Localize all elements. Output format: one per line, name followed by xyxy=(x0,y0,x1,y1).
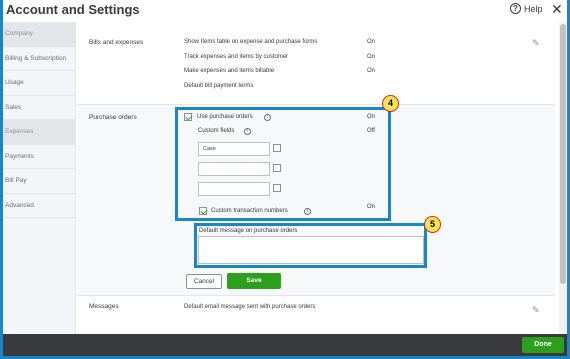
custom-field-3-checkbox[interactable] xyxy=(273,184,281,192)
custom-field-1-checkbox[interactable] xyxy=(273,144,281,152)
help-button[interactable]: ? Help xyxy=(510,3,543,14)
sidebar-item-payments[interactable]: Payments xyxy=(3,145,75,169)
messages-section-label: Messages xyxy=(89,303,119,310)
use-purchase-orders-label: Use purchase orders xyxy=(197,114,253,120)
custom-fields-label: Custom fields xyxy=(198,128,235,134)
custom-field-3-input[interactable] xyxy=(198,182,270,196)
info-icon[interactable]: i xyxy=(304,208,311,215)
cancel-button[interactable]: Cancel xyxy=(186,274,222,289)
bills-row-value: On xyxy=(367,39,376,45)
bills-section-label: Bills and expenses xyxy=(89,39,144,46)
custom-field-1-input[interactable]: Case xyxy=(198,142,270,156)
sidebar-item-bill-pay[interactable]: Bill Pay xyxy=(3,169,75,194)
default-message-label: Default message on purchase orders xyxy=(199,228,298,234)
custom-fields-value: Off xyxy=(367,128,375,134)
help-icon: ? xyxy=(510,3,521,14)
use-purchase-orders-checkbox[interactable] xyxy=(184,113,192,121)
sidebar-item-billing[interactable]: Billing & Subscription xyxy=(3,47,75,71)
save-button[interactable]: Save xyxy=(227,273,281,289)
sidebar-item-expenses[interactable]: Expenses xyxy=(3,120,75,145)
help-label: Help xyxy=(524,3,543,14)
settings-sidebar: Company Billing & Subscription Usage Sal… xyxy=(3,22,76,356)
custom-transaction-numbers-checkbox[interactable] xyxy=(199,207,207,215)
edit-messages-pencil-icon[interactable]: ✎ xyxy=(532,305,540,316)
edit-bills-pencil-icon[interactable]: ✎ xyxy=(532,38,540,49)
scrollbar-thumb[interactable] xyxy=(560,24,566,284)
messages-row-text: Default email message sent with purchase… xyxy=(184,304,316,310)
default-message-textarea[interactable] xyxy=(198,236,424,264)
sidebar-item-advanced[interactable]: Advanced xyxy=(3,194,75,218)
done-button[interactable]: Done xyxy=(522,337,564,353)
close-icon[interactable]: ✕ xyxy=(551,1,563,18)
purchase-orders-label: Purchase orders xyxy=(89,114,137,121)
bills-row-text: Track expenses and items by customer xyxy=(184,54,289,60)
title-bar: Account and Settings ? Help ✕ xyxy=(3,0,567,22)
divider xyxy=(77,295,555,296)
dialog-footer: Done xyxy=(3,334,567,356)
step-badge-4: 4 xyxy=(382,95,399,112)
custom-transaction-numbers-value: On xyxy=(367,204,376,210)
settings-dialog: Account and Settings ? Help ✕ Company Bi… xyxy=(3,0,567,356)
bills-row-value: On xyxy=(367,54,376,60)
info-icon[interactable]: i xyxy=(244,128,251,135)
custom-field-2-input[interactable] xyxy=(198,162,270,176)
custom-transaction-numbers-label: Custom transaction numbers xyxy=(211,208,288,214)
sidebar-item-company[interactable]: Company xyxy=(3,22,75,47)
bills-row-text: Default bill payment terms xyxy=(184,83,254,89)
sidebar-item-sales[interactable]: Sales xyxy=(3,96,75,120)
bills-row-text: Show Items table on expense and purchase… xyxy=(184,39,318,45)
scrollbar[interactable] xyxy=(559,22,567,334)
dialog-title: Account and Settings xyxy=(6,2,140,17)
step-badge-5: 5 xyxy=(424,216,441,233)
use-purchase-orders-value: On xyxy=(367,114,376,120)
info-icon[interactable]: i xyxy=(264,114,271,121)
settings-main: Bills and expenses Show Items table on e… xyxy=(77,22,567,356)
bills-row-value: On xyxy=(367,68,376,74)
bills-row-text: Make expenses and items billable xyxy=(184,68,275,74)
sidebar-item-usage[interactable]: Usage xyxy=(3,71,75,96)
custom-field-2-checkbox[interactable] xyxy=(273,164,281,172)
